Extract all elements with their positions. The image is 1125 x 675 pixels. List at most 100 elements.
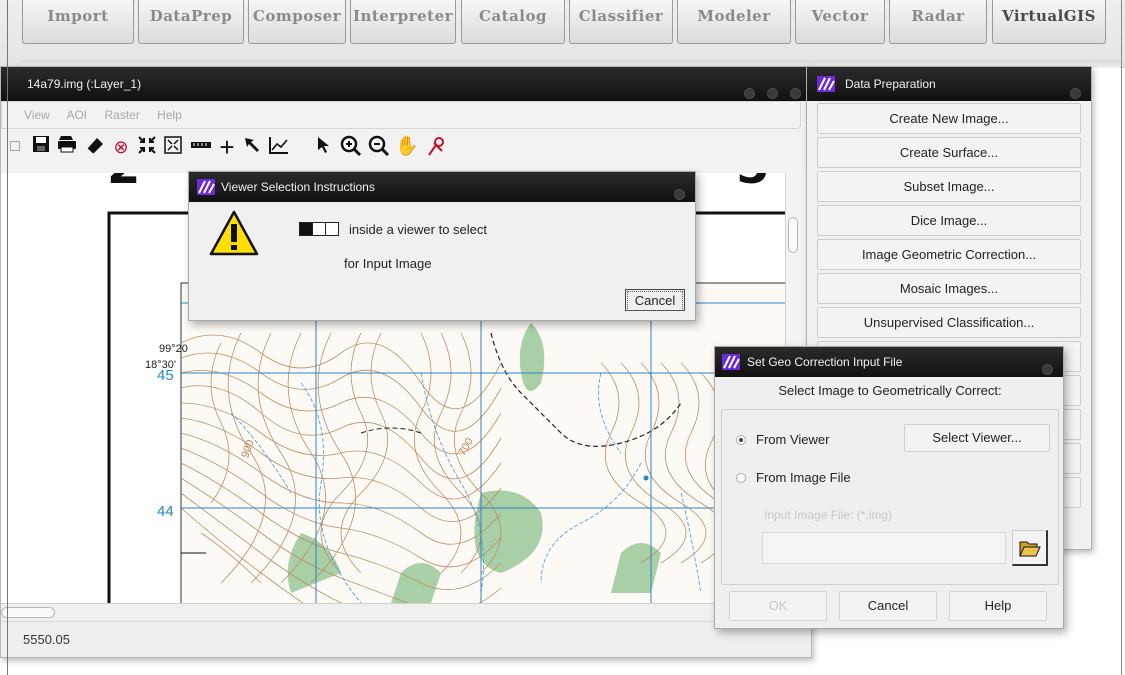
warning-icon xyxy=(209,210,259,256)
horizontal-scroll-thumb[interactable] xyxy=(1,607,55,618)
window-controls xyxy=(662,181,685,211)
zoom-extent-icon[interactable] xyxy=(135,135,159,159)
select-viewer-button[interactable]: Select Viewer... xyxy=(904,424,1050,452)
select-pointer-icon[interactable] xyxy=(313,135,337,159)
horizontal-scrollbar[interactable] xyxy=(1,603,801,621)
toolbar-button-label: Radar xyxy=(911,7,965,25)
imagine-app-icon xyxy=(817,76,835,92)
toolbar-button-label: VirtualGIS xyxy=(1002,7,1096,25)
from-viewer-radio[interactable]: From Viewer xyxy=(736,432,829,447)
radio-unselected-icon xyxy=(736,473,746,483)
toolbar-dataprep-button[interactable]: DataPrep xyxy=(138,0,244,44)
imagine-app-icon xyxy=(197,179,215,195)
toolbar-button-label: Vector xyxy=(811,7,869,25)
toolbar-button-label: Import xyxy=(47,7,109,25)
toolbar-button-label: Classifier xyxy=(578,7,664,25)
mosaic-images-button[interactable]: Mosaic Images... xyxy=(817,273,1081,304)
close-icon[interactable] xyxy=(1070,88,1081,99)
unsupervised-classification-button[interactable]: Unsupervised Classification... xyxy=(817,307,1081,338)
pin-icon[interactable] xyxy=(425,135,449,159)
vertical-scroll-thumb[interactable] xyxy=(788,217,798,253)
subset-image-button[interactable]: Subset Image... xyxy=(817,171,1081,202)
geo-correction-dialog[interactable]: Set Geo Correction Input File Select Ima… xyxy=(714,346,1064,629)
pan-hand-icon[interactable]: ✋ xyxy=(395,135,419,159)
measure-icon[interactable] xyxy=(189,135,213,159)
toolbar-modeler-button[interactable]: Modeler xyxy=(677,0,791,44)
vsi-title: Viewer Selection Instructions xyxy=(221,180,375,194)
toolbar-vector-button[interactable]: Vector xyxy=(795,0,885,44)
save-icon[interactable] xyxy=(29,135,53,159)
dice-image-button[interactable]: Dice Image... xyxy=(817,205,1081,236)
histogram-icon[interactable] xyxy=(267,135,291,159)
radio-selected-icon xyxy=(736,435,746,445)
geo-cancel-button[interactable]: Cancel xyxy=(839,591,937,621)
menu-view[interactable]: View xyxy=(24,108,50,122)
minimize-icon[interactable] xyxy=(744,88,755,99)
geo-titlebar[interactable]: Set Geo Correction Input File xyxy=(715,347,1063,377)
main-toolbar: Import DataPrep Composer Interpreter Cat… xyxy=(0,0,1125,68)
viewer-window[interactable]: 14a79.img (:Layer_1) View AOI Raster Hel… xyxy=(0,66,812,658)
image-geometric-correction-button[interactable]: Image Geometric Correction... xyxy=(817,239,1081,270)
mouse-middle-button xyxy=(313,223,326,235)
geo-source-group: From Viewer Select Viewer... From Image … xyxy=(721,409,1059,585)
print-icon[interactable] xyxy=(55,135,79,159)
close-icon[interactable] xyxy=(674,189,685,200)
menu-aoi[interactable]: AOI xyxy=(66,108,87,122)
toolbar-button-label: Modeler xyxy=(697,7,771,25)
toolbar-composer-button[interactable]: Composer xyxy=(248,0,346,44)
vsi-titlebar[interactable]: Viewer Selection Instructions xyxy=(189,172,695,202)
input-image-file-label: Input Image File: (*.img) xyxy=(764,508,893,522)
screen: Import DataPrep Composer Interpreter Cat… xyxy=(0,0,1125,675)
fit-icon[interactable] xyxy=(161,135,185,159)
viewer-titlebar[interactable]: 14a79.img (:Layer_1) xyxy=(1,67,811,101)
zoom-out-icon[interactable] xyxy=(367,135,391,159)
crosshair-icon[interactable]: + xyxy=(215,134,239,160)
geo-title: Set Geo Correction Input File xyxy=(747,355,903,369)
toolbar-interpreter-button[interactable]: Interpreter xyxy=(350,0,456,44)
latitude-label: 18°30' xyxy=(145,359,176,371)
close-layer-icon[interactable]: ⊗ xyxy=(109,135,133,159)
imagine-app-icon xyxy=(722,354,740,370)
toolbar-catalog-button[interactable]: Catalog xyxy=(461,0,565,44)
from-image-file-radio[interactable]: From Image File xyxy=(736,470,851,485)
toolbar-radar-button[interactable]: Radar xyxy=(889,0,987,44)
menu-help[interactable]: Help xyxy=(157,108,182,122)
maximize-icon[interactable] xyxy=(767,88,778,99)
image-border-left xyxy=(7,0,8,675)
status-coordinate: 5550.05 xyxy=(23,632,70,647)
eraser-icon[interactable] xyxy=(83,135,107,159)
toolbar-button-label: DataPrep xyxy=(149,7,233,25)
geo-help-button[interactable]: Help xyxy=(949,591,1047,621)
arrow-inquire-icon[interactable] xyxy=(241,135,265,159)
viewer-selection-dialog[interactable]: Viewer Selection Instructions inside a v… xyxy=(188,171,696,321)
create-new-image-button[interactable]: Create New Image... xyxy=(817,103,1081,134)
grid-label-44: 44 xyxy=(157,503,174,520)
from-viewer-label: From Viewer xyxy=(756,432,830,447)
create-surface-button[interactable]: Create Surface... xyxy=(817,137,1081,168)
vsi-instruction-line1: inside a viewer to select xyxy=(349,222,488,237)
toolbar-classifier-button[interactable]: Classifier xyxy=(569,0,673,44)
toolbar-import-button[interactable]: Import xyxy=(22,0,134,44)
toolbar-button-label: Catalog xyxy=(479,7,547,25)
viewer-status-bar: 5550.05 xyxy=(1,621,811,657)
mouse-button-icon xyxy=(299,222,339,236)
dataprep-titlebar[interactable]: Data Preparation xyxy=(807,67,1091,101)
viewer-iconbar: □ ⊗ + ✋ xyxy=(1,129,811,167)
geo-ok-button[interactable]: OK xyxy=(729,591,827,621)
svg-text:5: 5 xyxy=(736,173,769,195)
toolbar-button-label: Interpreter xyxy=(352,7,454,25)
toolbar-virtualgis-button[interactable]: VirtualGIS xyxy=(992,0,1106,44)
input-image-file-field[interactable] xyxy=(762,532,1006,564)
close-icon[interactable] xyxy=(790,88,801,99)
toolbar-button-label: Composer xyxy=(252,7,342,25)
menu-raster[interactable]: Raster xyxy=(104,108,139,122)
longitude-label: 99°20 xyxy=(159,343,188,355)
image-border-right xyxy=(1121,0,1122,675)
vsi-cancel-button[interactable]: Cancel xyxy=(625,289,685,311)
folder-open-icon xyxy=(1018,541,1041,557)
close-icon[interactable] xyxy=(1042,364,1053,375)
window-controls xyxy=(732,78,801,112)
zoom-in-icon[interactable] xyxy=(339,135,363,159)
folder-open-button[interactable] xyxy=(1012,530,1048,566)
window-controls xyxy=(1030,356,1053,386)
